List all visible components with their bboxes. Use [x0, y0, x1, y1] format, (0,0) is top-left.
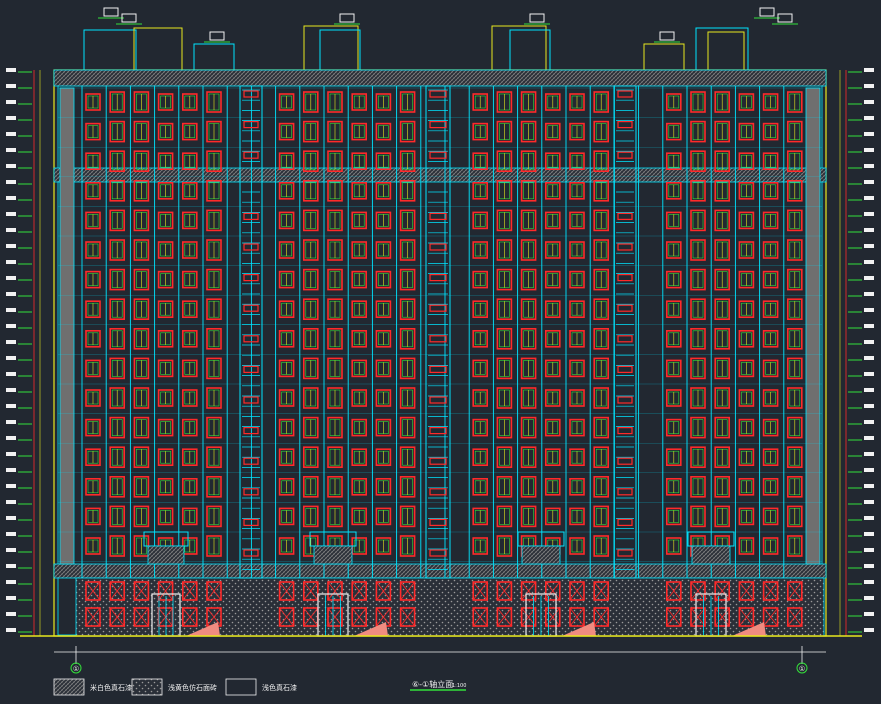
drawing-title: ⑥-①轴立面	[412, 679, 453, 689]
level-tag	[6, 196, 16, 200]
podium-cornice-band	[53, 563, 827, 579]
podium-cladding	[75, 577, 825, 637]
level-tag	[6, 612, 16, 616]
level-tag	[864, 260, 874, 264]
level-tag	[6, 84, 16, 88]
canopy-fascia	[691, 545, 731, 565]
level-tag	[6, 308, 16, 312]
level-tag	[6, 324, 16, 328]
level-tag	[864, 612, 874, 616]
level-tag	[864, 436, 874, 440]
level-tag	[6, 180, 16, 184]
level-tag	[6, 564, 16, 568]
elevation-drawing: ① ① ⑥-①轴立面 1:100 米白色真石漆 浅黄色仿石面砖 浅色真石漆	[0, 0, 881, 700]
level-tag	[6, 132, 16, 136]
level-tag	[6, 356, 16, 360]
level-tag	[864, 132, 874, 136]
level-tag	[6, 292, 16, 296]
level-tag	[864, 484, 874, 488]
level-tag	[6, 244, 16, 248]
level-tag	[6, 468, 16, 472]
level-tag	[864, 164, 874, 168]
level-tag	[864, 580, 874, 584]
level-tag	[6, 404, 16, 408]
cad-drawing-area: ① ① ⑥-①轴立面 1:100 米白色真石漆 浅黄色仿石面砖 浅色真石漆	[0, 0, 881, 700]
level-tag	[6, 340, 16, 344]
drawing-scale: 1:100	[452, 683, 466, 689]
left-side-strip	[59, 87, 75, 565]
level-tag	[864, 84, 874, 88]
level-tag	[864, 468, 874, 472]
level-tag	[6, 484, 16, 488]
level-tag	[864, 324, 874, 328]
level-tag	[6, 276, 16, 280]
level-tag	[6, 532, 16, 536]
legend-swatch-coarse	[131, 678, 163, 696]
level-tag	[864, 276, 874, 280]
level-tag	[6, 212, 16, 216]
level-tag	[864, 628, 874, 632]
level-tag	[864, 516, 874, 520]
level-tag	[864, 228, 874, 232]
level-tag	[6, 388, 16, 392]
level-tag	[6, 116, 16, 120]
level-tag	[864, 356, 874, 360]
canopy-fascia	[521, 545, 561, 565]
level-tag	[864, 100, 874, 104]
legend-label-3: 浅色真石漆	[262, 683, 297, 692]
level-tag	[6, 164, 16, 168]
level-tag	[6, 260, 16, 264]
level-tag	[6, 580, 16, 584]
level-tag	[864, 196, 874, 200]
level-tag	[6, 596, 16, 600]
level-tag	[864, 452, 874, 456]
level-tag	[864, 564, 874, 568]
level-tag	[864, 244, 874, 248]
level-tag	[6, 628, 16, 632]
level-tag	[864, 596, 874, 600]
level-tag	[864, 68, 874, 72]
level-tag	[864, 500, 874, 504]
level-tag	[864, 292, 874, 296]
legend-swatch-fine	[53, 678, 85, 696]
level-tag	[6, 148, 16, 152]
level-tag	[864, 148, 874, 152]
legend-label-1: 米白色真石漆	[90, 683, 132, 692]
level-tag	[864, 548, 874, 552]
level-tag	[6, 516, 16, 520]
level-tag	[6, 548, 16, 552]
level-tag	[864, 404, 874, 408]
level-tag	[864, 420, 874, 424]
roof-cornice-band	[53, 69, 827, 87]
level-tag	[6, 100, 16, 104]
level-tag	[6, 420, 16, 424]
grid-label-start: ①	[73, 665, 79, 673]
level-tag	[6, 68, 16, 72]
level-tag	[864, 212, 874, 216]
level-tag	[864, 388, 874, 392]
level-tag	[6, 228, 16, 232]
canopy-fascia	[147, 545, 185, 565]
level-tag	[6, 372, 16, 376]
level-tag	[864, 372, 874, 376]
level-tag	[864, 308, 874, 312]
level-tag	[864, 532, 874, 536]
level-tag	[6, 436, 16, 440]
level-tag	[864, 116, 874, 120]
upper-cornice-band	[53, 167, 827, 183]
legend-label-2: 浅黄色仿石面砖	[168, 683, 217, 692]
level-tag	[864, 180, 874, 184]
level-tag	[864, 340, 874, 344]
level-tag	[6, 452, 16, 456]
grid-label-end: ①	[799, 665, 805, 673]
canopy-fascia	[313, 545, 353, 565]
level-tag	[6, 500, 16, 504]
right-side-strip	[805, 87, 821, 565]
